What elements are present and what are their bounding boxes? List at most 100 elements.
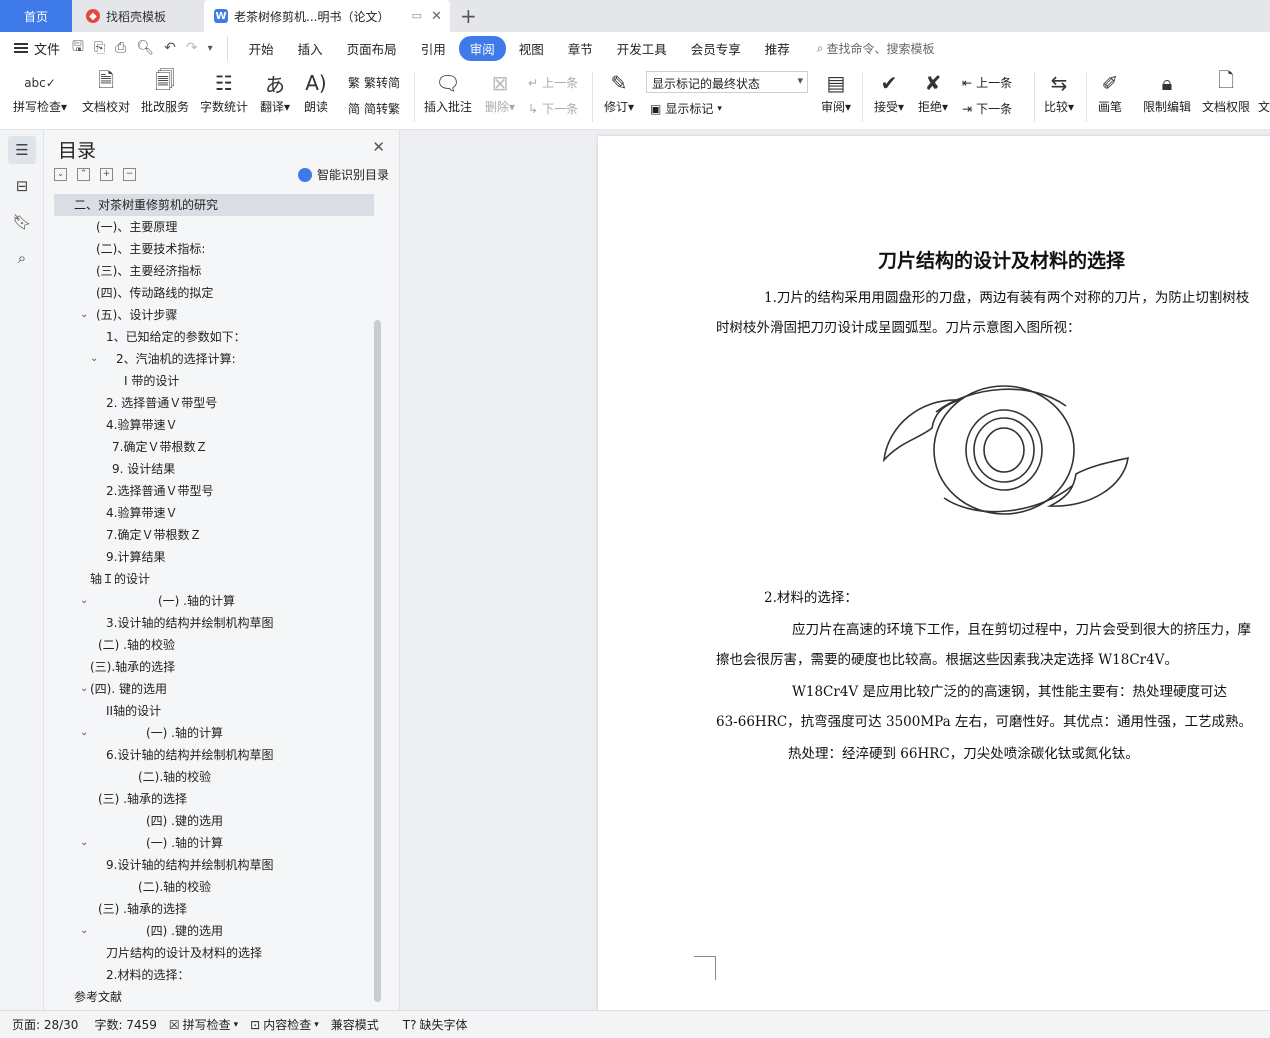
command-search[interactable]: ⌕ 查找命令、搜索模板 (817, 40, 935, 57)
toc-item[interactable]: 2、汽油机的选择计算: (116, 348, 236, 370)
doc-more-button[interactable]: 文 (1258, 68, 1270, 115)
toc-item[interactable]: 3.设计轴的结构并绘制机构草图 (106, 612, 273, 634)
toc-item[interactable]: 2.选择普通Ｖ带型号 (106, 480, 213, 502)
tab-template[interactable]: ◆ 找稻壳模板 (76, 0, 200, 32)
markup-state-select[interactable]: 显示标记的最终状态 (646, 71, 808, 93)
translate-button[interactable]: あ 翻译▾ (256, 68, 294, 115)
toc-item[interactable]: 刀片结构的设计及材料的选择 (106, 942, 262, 964)
next-comment-button[interactable]: ↳ 下一条 (528, 100, 578, 117)
doc-proof-button[interactable]: 🗎 文档校对 (80, 68, 132, 115)
prev-change-button[interactable]: ⇤ 上一条 (962, 74, 1012, 91)
toc-scrollbar[interactable] (374, 320, 381, 1002)
accept-button[interactable]: ✔ 接受▾ (870, 68, 908, 115)
close-icon[interactable]: ✕ (372, 138, 385, 156)
customize-qa-icon[interactable]: ▾ (208, 43, 213, 54)
tab-section[interactable]: 章节 (557, 36, 604, 61)
review-pane-button[interactable]: ▤ 审阅▾ (816, 68, 856, 115)
toc-item[interactable]: I 带的设计 (124, 370, 179, 392)
tab-insert[interactable]: 插入 (287, 36, 334, 61)
compat-mode[interactable]: 兼容模式 (331, 1016, 379, 1033)
smart-toc-button[interactable]: 智能识别目录 (297, 166, 389, 183)
bookmark-icon[interactable]: 🔖︎ (8, 208, 36, 236)
status-spell-check[interactable]: ☒ 拼写检查 ▾ (169, 1016, 238, 1033)
word-count[interactable]: 字数: 7459 (94, 1016, 156, 1033)
toc-item[interactable]: (三).轴承的选择 (90, 656, 175, 678)
tab-review[interactable]: 审阅 (458, 35, 506, 61)
show-markup-button[interactable]: ▣ 显示标记 ▾ (650, 100, 722, 117)
toc-item[interactable]: (三) .轴承的选择 (98, 788, 187, 810)
toc-item[interactable]: 7.确定Ｖ带根数Ｚ (106, 524, 201, 546)
tab-start[interactable]: 开始 (238, 36, 285, 61)
toc-item[interactable]: 9.设计轴的结构并绘制机构草图 (106, 854, 273, 876)
simp-to-trad-button[interactable]: 简简转繁 (348, 100, 400, 117)
toc-item[interactable]: 参考文献 (74, 986, 122, 1008)
toc-item[interactable]: 2.材料的选择： (106, 964, 189, 986)
toc-item[interactable]: 二、对茶树重修剪机的研究 (54, 194, 374, 216)
compare-button[interactable]: ⇆ 比较▾ (1040, 68, 1078, 115)
chevron-down-icon[interactable]: ⌄ (80, 683, 88, 694)
chevron-down-icon[interactable]: ⌄ (90, 353, 98, 364)
track-changes-button[interactable]: ✎ 修订▾ (600, 68, 638, 115)
tab-developer[interactable]: 开发工具 (606, 36, 678, 61)
chevron-down-icon[interactable]: ⌄ (80, 837, 88, 848)
chevron-down-icon[interactable]: ⌄ (80, 309, 88, 320)
missing-font[interactable]: T? 缺失字体 (403, 1016, 468, 1033)
undo-icon[interactable]: ↶ (164, 40, 176, 56)
document-page[interactable]: 刀片结构的设计及材料的选择 1.刀片的结构采用用圆盘形的刀盘，两边有装有两个对称… (598, 136, 1270, 1010)
toc-item[interactable]: (四). 键的选用 (90, 678, 167, 700)
read-aloud-button[interactable]: A) 朗读 (298, 68, 334, 115)
tab-document[interactable]: W 老茶树修剪机...明书（论文） ▭ ✕ (204, 0, 450, 32)
chevron-down-icon[interactable]: ⌄ (80, 925, 88, 936)
toc-item[interactable]: (一) .轴的计算 (146, 722, 223, 744)
toc-item[interactable]: 6.设计轴的结构并绘制机构草图 (106, 744, 273, 766)
spell-check-button[interactable]: abc✓ 拼写检查▾ (10, 68, 70, 115)
toc-item[interactable]: 9.计算结果 (106, 546, 165, 568)
chapter-nav-icon[interactable]: ⊟ (8, 172, 36, 200)
status-content-check[interactable]: ⊡ 内容检查 ▾ (250, 1016, 319, 1033)
find-icon[interactable]: ⌕ (8, 244, 36, 272)
add-heading-icon[interactable]: + (100, 168, 113, 181)
toc-item[interactable]: (三) .轴承的选择 (98, 898, 187, 920)
tab-recommend[interactable]: 推荐 (754, 36, 801, 61)
pen-button[interactable]: ✐ 画笔 (1092, 68, 1128, 115)
file-menu-button[interactable]: 文件 (14, 39, 60, 58)
print-preview-icon[interactable]: 🔍︎ (136, 40, 154, 56)
reject-button[interactable]: ✘ 拒绝▾ (914, 68, 952, 115)
toc-item[interactable]: (四) .键的选用 (146, 920, 223, 942)
toc-item[interactable]: (四)、传动路线的拟定 (96, 282, 213, 304)
redo-icon[interactable]: ↷ (186, 40, 198, 56)
toc-item[interactable]: 4.验算带速Ｖ (106, 414, 177, 436)
save-icon[interactable]: 🖫 (72, 36, 84, 60)
tab-pin-icon[interactable]: ▭ (412, 9, 422, 22)
toc-item[interactable]: (一) .轴的计算 (158, 590, 235, 612)
toc-item[interactable]: 2. 选择普通Ｖ带型号 (106, 392, 217, 414)
remove-heading-icon[interactable]: − (123, 168, 136, 181)
toc-item[interactable]: 4.验算带速Ｖ (106, 502, 177, 524)
toc-panel-icon[interactable]: ☰ (8, 136, 36, 164)
toc-item[interactable]: (一) .轴的计算 (146, 832, 223, 854)
delete-comment-button[interactable]: ⊠ 删除▾ (480, 68, 520, 115)
expand-all-icon[interactable]: ⌄ (54, 168, 67, 181)
chevron-down-icon[interactable]: ⌄ (80, 595, 88, 606)
toc-item[interactable]: (二).轴的校验 (138, 766, 211, 788)
toc-item[interactable]: (五)、设计步骤 (96, 304, 177, 326)
tab-view[interactable]: 视图 (508, 36, 555, 61)
word-count-button[interactable]: ☷ 字数统计 (198, 68, 250, 115)
next-change-button[interactable]: ⇥ 下一条 (962, 100, 1012, 117)
toc-item[interactable]: (二)、主要技术指标: (96, 238, 205, 260)
toc-item[interactable]: 9. 设计结果 (112, 458, 175, 480)
toc-item[interactable]: (一)、主要原理 (96, 216, 177, 238)
toc-item[interactable]: (二) .轴的校验 (98, 634, 175, 656)
insert-comment-button[interactable]: 🗨 插入批注 (420, 68, 476, 115)
tab-references[interactable]: 引用 (410, 36, 457, 61)
toc-item[interactable]: II轴的设计 (106, 700, 161, 722)
doc-permission-button[interactable]: 🗋 文档权限 (1200, 68, 1252, 115)
toc-item[interactable]: 轴Ｉ的设计 (90, 568, 150, 590)
toc-item[interactable]: 1、已知给定的参数如下： (106, 326, 246, 348)
trad-to-simp-button[interactable]: 繁繁转简 (348, 74, 400, 91)
tab-home[interactable]: 首页 (0, 0, 72, 32)
chevron-down-icon[interactable]: ⌄ (80, 727, 88, 738)
tab-page-layout[interactable]: 页面布局 (336, 36, 408, 61)
collapse-all-icon[interactable]: ⌃ (77, 168, 90, 181)
prev-comment-button[interactable]: ↵ 上一条 (528, 74, 578, 91)
